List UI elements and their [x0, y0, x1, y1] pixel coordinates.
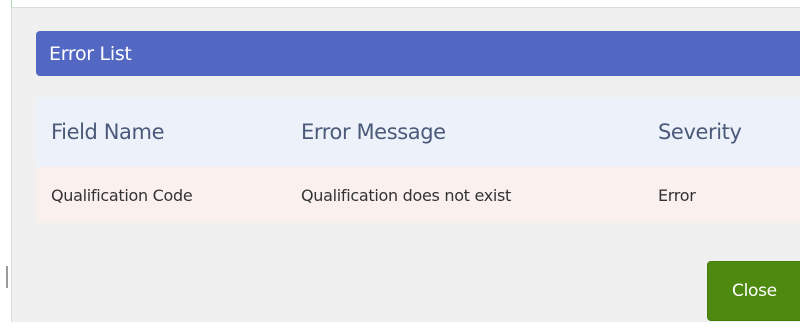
error-list-dialog: Error List Field Name Error Message Seve… [11, 7, 800, 322]
column-header-severity[interactable]: Severity [643, 97, 800, 167]
cell-field-name: Qualification Code [36, 167, 286, 223]
dialog-header: Error List [36, 31, 800, 76]
page: Error List Field Name Error Message Seve… [0, 0, 800, 322]
column-header-field-name[interactable]: Field Name [36, 97, 286, 167]
close-button[interactable]: Close [707, 261, 800, 321]
table-header-row: Field Name Error Message Severity [36, 97, 800, 167]
cell-severity: Error [643, 167, 800, 223]
column-header-error-message[interactable]: Error Message [286, 97, 643, 167]
background-left-edge [0, 0, 12, 322]
table-row[interactable]: Qualification Code Qualification does no… [36, 167, 800, 223]
error-table: Field Name Error Message Severity Qualif… [36, 97, 800, 223]
dialog-title: Error List [49, 42, 132, 65]
background-scroll-mark [6, 266, 8, 288]
cell-error-message: Qualification does not exist [286, 167, 643, 223]
